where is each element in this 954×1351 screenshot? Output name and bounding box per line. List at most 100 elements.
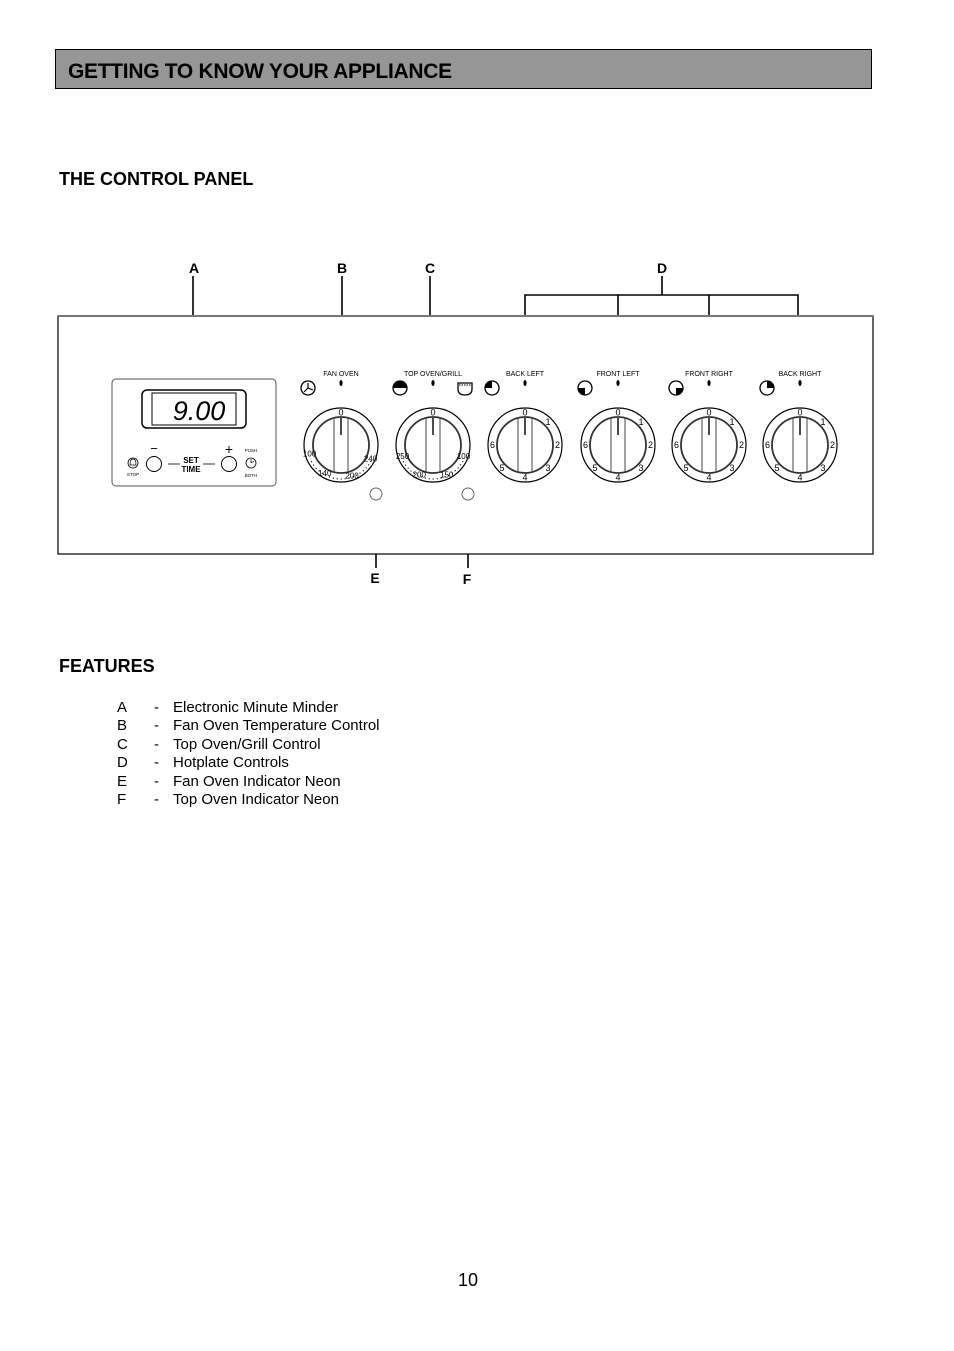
scale-label: 2	[739, 440, 744, 450]
feature-item: D - Hotplate Controls	[117, 754, 380, 772]
scale-label: 200	[413, 471, 427, 480]
scale-label: 2	[555, 440, 560, 450]
feature-item: E - Fan Oven Indicator Neon	[117, 773, 380, 791]
feature-dash: -	[154, 699, 159, 716]
scale-label: 6	[490, 440, 495, 450]
scale-label: 6	[583, 440, 588, 450]
minute-minder: 9.00 − + SET TIME STOP PUSH BOTH	[111, 378, 277, 487]
scale-label: 5	[592, 463, 597, 473]
feature-item: F - Top Oven Indicator Neon	[117, 791, 380, 809]
scale-label: 1	[729, 417, 734, 427]
position-mark	[339, 380, 343, 386]
scale-label: 3	[545, 463, 550, 473]
feature-dash: -	[154, 772, 159, 790]
callout-b: B	[337, 260, 347, 276]
knob-label: BACK LEFT	[506, 371, 545, 378]
top-oven-icon	[392, 380, 408, 396]
feature-key: F	[117, 791, 127, 809]
knob-label: BACK RIGHT	[779, 371, 823, 378]
features-heading: FEATURES	[59, 656, 155, 676]
scale-label: 200	[345, 472, 359, 481]
scale-label: 3	[729, 463, 734, 473]
knob-label: TOP OVEN/GRILL	[404, 371, 462, 378]
minus-label: −	[150, 441, 158, 456]
front-left-hotplate-icon	[577, 380, 593, 396]
both-label: BOTH	[245, 473, 258, 478]
scale-label: 2	[648, 440, 653, 450]
feature-item: C - Top Oven/Grill Control	[117, 736, 380, 754]
back-left-hotplate-icon	[484, 380, 500, 396]
feature-dash: -	[154, 754, 159, 772]
minus-button[interactable]	[146, 456, 162, 472]
scale-label: 1	[638, 417, 643, 427]
callout-e: E	[370, 570, 379, 586]
scale-label: 0	[522, 408, 527, 418]
scale-label: 3	[638, 463, 643, 473]
callout-d: D	[657, 260, 667, 276]
features-list: A - Electronic Minute Minder B - Fan Oven Tem…	[117, 699, 380, 809]
scale-label: 4	[522, 473, 527, 483]
feature-desc: Top Oven Indicator Neon	[173, 791, 339, 809]
feature-key: B	[117, 717, 128, 735]
scale-label: 4	[706, 473, 711, 483]
position-mark	[523, 380, 527, 386]
feature-desc: Top Oven/Grill Control	[173, 735, 321, 753]
feature-key: D	[117, 754, 128, 772]
scale-label: 2	[830, 440, 835, 450]
scale-label: 240	[364, 455, 378, 464]
callout-c: C	[425, 260, 435, 276]
position-mark	[431, 380, 435, 386]
fan-icon	[300, 380, 316, 396]
scale-label: 5	[683, 463, 688, 473]
scale-label: 1	[820, 417, 825, 427]
feature-item: A - Electronic Minute Minder	[117, 699, 380, 717]
feature-dash: -	[154, 717, 159, 735]
scale-label: 0	[706, 408, 711, 418]
scale-label: 5	[499, 463, 504, 473]
scale-label: 4	[797, 473, 802, 483]
callout-f: F	[463, 571, 472, 587]
scale-label: 4	[615, 473, 620, 483]
back-right-hotplate-icon	[759, 380, 775, 396]
callout-a: A	[189, 260, 199, 276]
top-oven-neon	[461, 487, 475, 501]
knob-label: FRONT LEFT	[596, 371, 640, 378]
scale-label: 150	[440, 471, 454, 480]
feature-desc: Fan Oven Indicator Neon	[173, 772, 341, 790]
feature-desc: Fan Oven Temperature Control	[173, 717, 380, 735]
page-number: 10	[458, 1270, 479, 1290]
feature-key: E	[117, 772, 128, 790]
feature-item: B - Fan Oven Temperature Control	[117, 717, 380, 735]
scale-label: 0	[430, 408, 435, 418]
scale-label: 100	[303, 449, 317, 458]
control-panel-diagram: A B C D E F 9.00 − + SET TIME STOP PUSH …	[57, 260, 874, 587]
feature-dash: -	[154, 791, 159, 809]
front-right-hotplate-icon	[668, 380, 684, 396]
timer-display: 9.00	[173, 396, 226, 426]
feature-key: A	[117, 699, 128, 716]
scale-label: 100	[457, 452, 471, 461]
clock-icon[interactable]	[245, 457, 257, 469]
feature-dash: -	[154, 735, 159, 753]
scale-label: 6	[674, 440, 679, 450]
feature-desc: Electronic Minute Minder	[173, 699, 339, 716]
position-mark	[616, 380, 620, 386]
bell-icon[interactable]	[127, 457, 139, 469]
feature-key: C	[117, 735, 128, 753]
position-mark	[707, 380, 711, 386]
scale-label: 3	[820, 463, 825, 473]
plus-button[interactable]	[221, 456, 237, 472]
time-label: TIME	[181, 465, 201, 474]
scale-label: 0	[615, 408, 620, 418]
scale-label: 6	[765, 440, 770, 450]
plus-label: +	[225, 441, 233, 457]
scale-label: 0	[797, 408, 802, 418]
grill-icon	[457, 382, 473, 396]
position-mark	[798, 380, 802, 386]
knob-label: FAN OVEN	[323, 371, 358, 378]
scale-label: 250	[396, 452, 410, 461]
fan-oven-neon	[369, 487, 383, 501]
stop-label: STOP	[127, 472, 139, 477]
knob-label: FRONT RIGHT	[685, 371, 733, 378]
push-label: PUSH	[245, 448, 258, 453]
